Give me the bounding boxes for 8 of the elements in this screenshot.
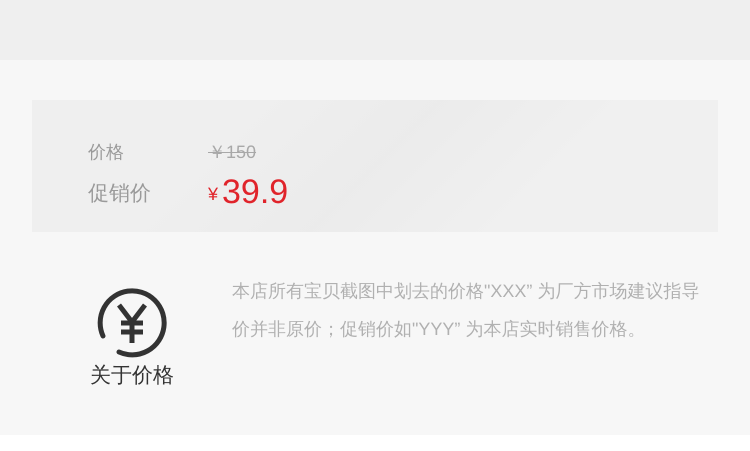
price-label: 价格: [88, 140, 125, 164]
about-price-title: 关于价格: [90, 363, 174, 389]
promo-price: 39.9: [222, 172, 288, 212]
currency-symbol: ¥: [208, 183, 218, 206]
promo-price-label: 促销价: [88, 180, 152, 206]
original-price: ￥150: [208, 140, 256, 164]
yen-icon: [95, 286, 169, 360]
price-description: 本店所有宝贝截图中划去的价格"XXX” 为厂方市场建议指导价并非原价；促销价如"YYY” 为本店实时销售价格。: [232, 280, 700, 341]
